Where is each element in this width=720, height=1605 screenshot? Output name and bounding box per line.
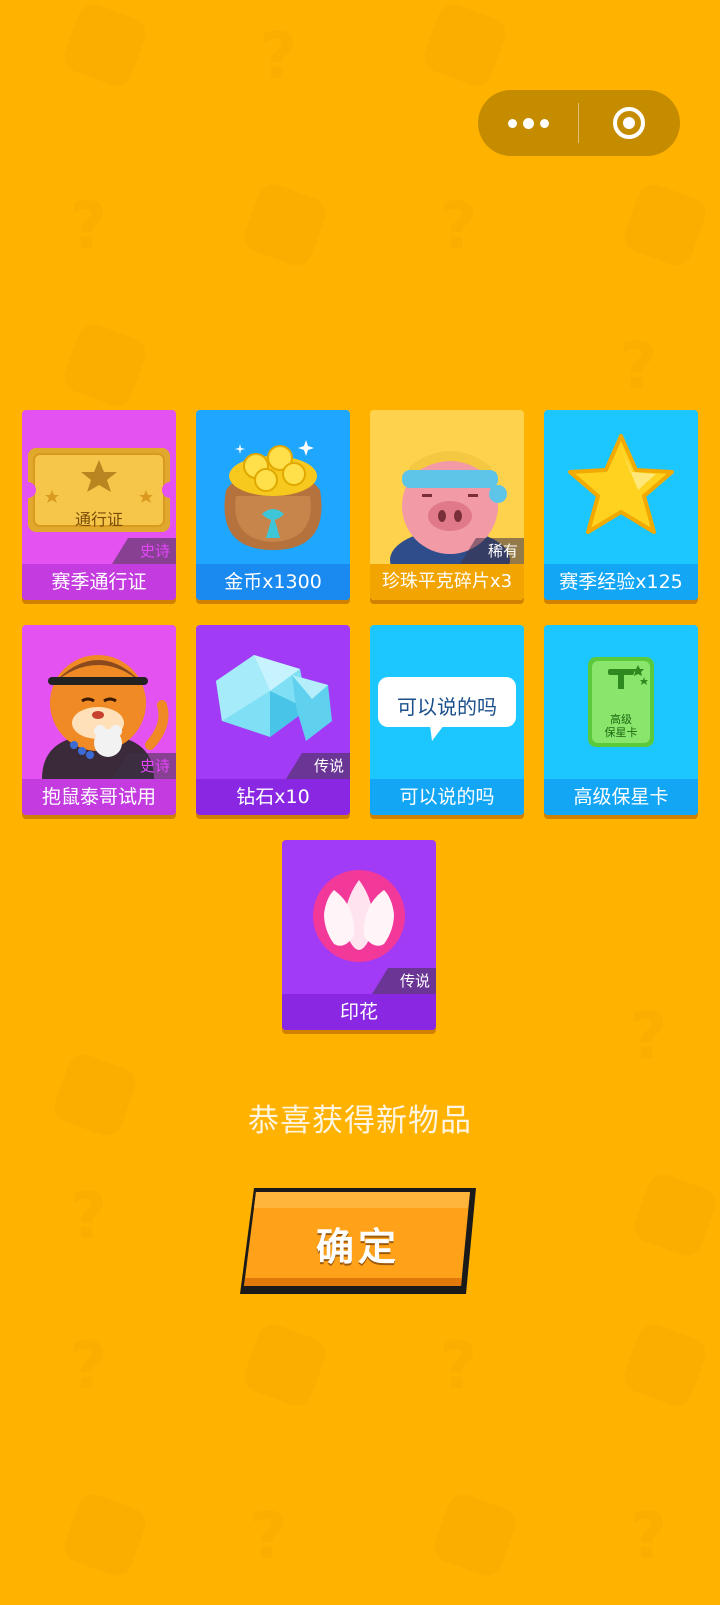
reward-card-flower-stamp: 传说 印花 [282,840,436,1030]
reward-name: 赛季通行证 [22,564,176,600]
reward-card-season-pass: 通行证 史诗 赛季通行证 [22,410,176,600]
reward-name: 钻石x10 [196,779,350,815]
card-art-text: 高级 保星卡 [544,713,698,739]
card-art-line-2: 保星卡 [604,726,638,739]
more-dots-icon [507,117,549,129]
reward-name: 珍珠平克碎片x3 [370,564,524,600]
more-button[interactable] [478,90,578,156]
reward-name: 高级保星卡 [544,779,698,815]
confirm-label: 确定 [315,1225,400,1269]
reward-card-diamonds: 传说 钻石x10 [196,625,350,815]
reward-name: 印花 [282,994,436,1030]
reward-name: 赛季经验x125 [544,564,698,600]
card-art-line-1: 高级 [610,713,632,726]
reward-card-season-xp: 赛季经验x125 [544,410,698,600]
mini-program-capsule [478,90,680,156]
reward-name: 抱鼠泰哥试用 [22,779,176,815]
coin-bag-icon [224,440,322,550]
reward-name: 金币x1300 [196,564,350,600]
speech-bubble-text: 可以说的吗 [397,695,497,719]
star-protect-card-icon [588,657,654,747]
ticket-art-text: 通行证 [74,510,123,529]
reward-card-speech-emote: 可以说的吗 可以说的吗 [370,625,524,815]
reward-message: 恭喜获得新物品 [248,1103,472,1139]
close-button[interactable] [579,90,679,156]
star-icon [568,434,674,534]
reward-name: 可以说的吗 [370,779,524,815]
reward-card-pig-shard: 稀有 珍珠平克碎片x3 [370,410,524,600]
reward-card-tiger-trial: 史诗 抱鼠泰哥试用 [22,625,176,815]
target-close-icon [613,107,645,139]
reward-card-coins: 金币x1300 [196,410,350,600]
confirm-button[interactable]: 确定 [240,1182,476,1300]
reward-card-star-protect: 高级 保星卡 高级保星卡 [544,625,698,815]
